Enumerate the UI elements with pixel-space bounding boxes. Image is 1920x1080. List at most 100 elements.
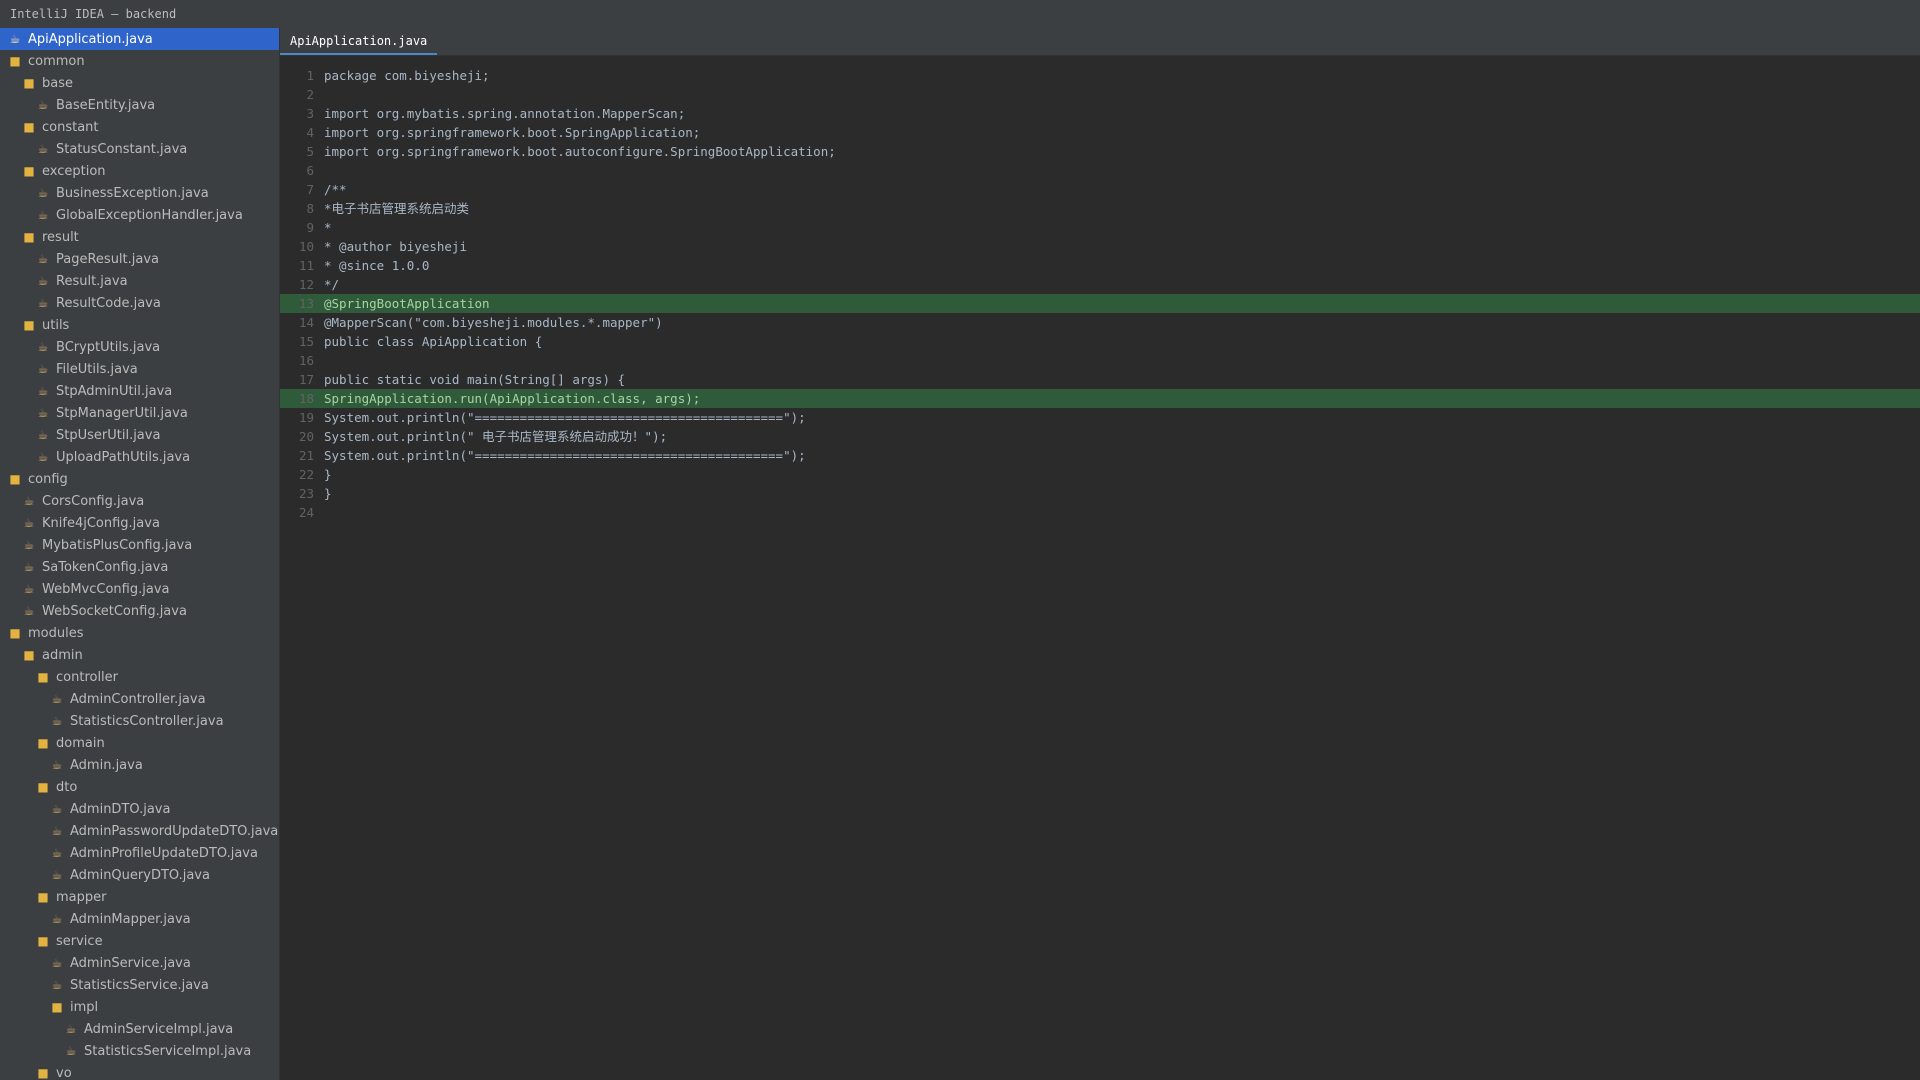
tree-file[interactable]: ☕ AdminController.java <box>0 688 279 710</box>
tree-folder[interactable]: ■ vo <box>0 1062 279 1080</box>
tree-item-label: AdminProfileUpdateDTO.java <box>70 846 258 861</box>
tree-file[interactable]: ☕ Knife4jConfig.java <box>0 512 279 534</box>
tree-file[interactable]: ☕ CorsConfig.java <box>0 490 279 512</box>
tree-folder[interactable]: ■ constant <box>0 116 279 138</box>
tree-file[interactable]: ☕ StatisticsServiceImpl.java <box>0 1040 279 1062</box>
code-line[interactable]: 11 * @since 1.0.0 <box>280 256 1920 275</box>
code-line[interactable]: 17 public static void main(String[] args)… <box>280 370 1920 389</box>
code-line[interactable]: 13 @SpringBootApplication <box>280 294 1920 313</box>
line-number: 6 <box>306 163 314 178</box>
tree-file[interactable]: ☕ AdminProfileUpdateDTO.java <box>0 842 279 864</box>
folder-icon: ■ <box>37 934 49 948</box>
folder-icon: ■ <box>9 626 21 640</box>
tree-file[interactable]: ☕ AdminMapper.java <box>0 908 279 930</box>
tree-file[interactable]: ☕ FileUtils.java <box>0 358 279 380</box>
tree-file[interactable]: ☕ GlobalExceptionHandler.java <box>0 204 279 226</box>
code-text: System.out.println(" 电子书店管理系统启动成功！"); <box>324 429 668 444</box>
code-area[interactable]: 1 package com.biyesheji; 2 3 import org.myba… <box>280 66 1920 522</box>
tree-file[interactable]: ☕ Result.java <box>0 270 279 292</box>
project-tree[interactable]: ☕ ApiApplication.java ■ common ■ base ☕ BaseEnt… <box>0 28 280 1080</box>
tree-folder[interactable]: ■ modules <box>0 622 279 644</box>
tree-file[interactable]: ☕ Admin.java <box>0 754 279 776</box>
code-line[interactable]: 16 <box>280 351 1920 370</box>
code-text: * @author biyesheji <box>324 239 467 254</box>
tree-file[interactable]: ☕ WebSocketConfig.java <box>0 600 279 622</box>
code-line[interactable]: 12 */ <box>280 275 1920 294</box>
tree-file[interactable]: ☕ PageResult.java <box>0 248 279 270</box>
tree-folder[interactable]: ■ base <box>0 72 279 94</box>
tree-folder[interactable]: ■ impl <box>0 996 279 1018</box>
tab-apiapplication[interactable]: ApiApplication.java <box>280 28 438 55</box>
code-line[interactable]: 21 System.out.println("==================… <box>280 446 1920 465</box>
code-line[interactable]: 20 System.out.println(" 电子书店管理系统启动成功！"); <box>280 427 1920 446</box>
code-line[interactable]: 2 <box>280 85 1920 104</box>
tree-file[interactable]: ☕ AdminDTO.java <box>0 798 279 820</box>
code-line[interactable]: 8 *电子书店管理系统启动类 <box>280 199 1920 218</box>
code-line[interactable]: 18 SpringApplication.run(ApiApplication.c… <box>280 389 1920 408</box>
tree-folder[interactable]: ■ controller <box>0 666 279 688</box>
tree-file[interactable]: ☕ StpAdminUtil.java <box>0 380 279 402</box>
tree-file[interactable]: ☕ StatisticsService.java <box>0 974 279 996</box>
line-number: 21 <box>298 448 314 463</box>
tree-folder[interactable]: ■ domain <box>0 732 279 754</box>
line-number: 8 <box>306 201 314 216</box>
tree-file[interactable]: ☕ BusinessException.java <box>0 182 279 204</box>
code-line[interactable]: 23} <box>280 484 1920 503</box>
folder-icon: ■ <box>23 648 35 662</box>
tree-item-label: StpManagerUtil.java <box>56 406 188 421</box>
code-line[interactable]: 15 public class ApiApplication { <box>280 332 1920 351</box>
tree-folder[interactable]: ■ utils <box>0 314 279 336</box>
code-line[interactable]: 9 * <box>280 218 1920 237</box>
code-line[interactable]: 7 /** <box>280 180 1920 199</box>
tree-file[interactable]: ☕ AdminQueryDTO.java <box>0 864 279 886</box>
tree-file[interactable]: ☕ StpUserUtil.java <box>0 424 279 446</box>
java-file-icon: ☕ <box>51 714 63 728</box>
ide-window: IntelliJ IDEA — backend ☕ ApiApplication.… <box>0 0 1920 1080</box>
tree-folder[interactable]: ■ service <box>0 930 279 952</box>
tree-item-label: Result.java <box>56 274 128 289</box>
line-number: 2 <box>306 87 314 102</box>
tree-file[interactable]: ☕ BaseEntity.java <box>0 94 279 116</box>
tree-folder[interactable]: ■ common <box>0 50 279 72</box>
code-editor[interactable]: ApiApplication.java 1 package com.biyeshe… <box>280 28 1920 1080</box>
code-line[interactable]: 1 package com.biyesheji; <box>280 66 1920 85</box>
tree-file[interactable]: ☕ BCryptUtils.java <box>0 336 279 358</box>
code-line[interactable]: 22} <box>280 465 1920 484</box>
tree-file[interactable]: ☕ UploadPathUtils.java <box>0 446 279 468</box>
tree-folder[interactable]: ■ mapper <box>0 886 279 908</box>
folder-icon: ■ <box>37 780 49 794</box>
java-file-icon: ☕ <box>23 494 35 508</box>
code-line[interactable]: 19 System.out.println("==================… <box>280 408 1920 427</box>
tree-folder[interactable]: ■ admin <box>0 644 279 666</box>
java-file-icon: ☕ <box>37 406 49 420</box>
tree-file[interactable]: ☕ AdminPasswordUpdateDTO.java <box>0 820 279 842</box>
tree-item-label: ApiApplication.java <box>28 32 153 47</box>
line-number: 3 <box>306 106 314 121</box>
tree-file[interactable]: ☕ StpManagerUtil.java <box>0 402 279 424</box>
tree-file[interactable]: ☕ MybatisPlusConfig.java <box>0 534 279 556</box>
line-number: 16 <box>298 353 314 368</box>
folder-icon: ■ <box>51 1000 63 1014</box>
code-line[interactable]: 10 * @author biyesheji <box>280 237 1920 256</box>
tree-file[interactable]: ☕ AdminService.java <box>0 952 279 974</box>
tree-file[interactable]: ☕ WebMvcConfig.java <box>0 578 279 600</box>
tree-file[interactable]: ☕ SaTokenConfig.java <box>0 556 279 578</box>
tree-file[interactable]: ☕ StatusConstant.java <box>0 138 279 160</box>
line-number: 11 <box>298 258 314 273</box>
code-line[interactable]: 24 <box>280 503 1920 522</box>
tree-file[interactable]: ☕ ApiApplication.java <box>0 28 279 50</box>
code-line[interactable]: 6 <box>280 161 1920 180</box>
tree-folder[interactable]: ■ exception <box>0 160 279 182</box>
code-line[interactable]: 5 import org.springframework.boot.autocon… <box>280 142 1920 161</box>
tree-folder[interactable]: ■ result <box>0 226 279 248</box>
java-file-icon: ☕ <box>37 450 49 464</box>
code-line[interactable]: 14 @MapperScan("com.biyesheji.modules.*.m… <box>280 313 1920 332</box>
tree-folder[interactable]: ■ config <box>0 468 279 490</box>
tree-file[interactable]: ☕ AdminServiceImpl.java <box>0 1018 279 1040</box>
tree-item-label: AdminQueryDTO.java <box>70 868 210 883</box>
code-line[interactable]: 4 import org.springframework.boot.SpringA… <box>280 123 1920 142</box>
tree-file[interactable]: ☕ StatisticsController.java <box>0 710 279 732</box>
tree-file[interactable]: ☕ ResultCode.java <box>0 292 279 314</box>
tree-folder[interactable]: ■ dto <box>0 776 279 798</box>
code-line[interactable]: 3 import org.mybatis.spring.annotation.Ma… <box>280 104 1920 123</box>
